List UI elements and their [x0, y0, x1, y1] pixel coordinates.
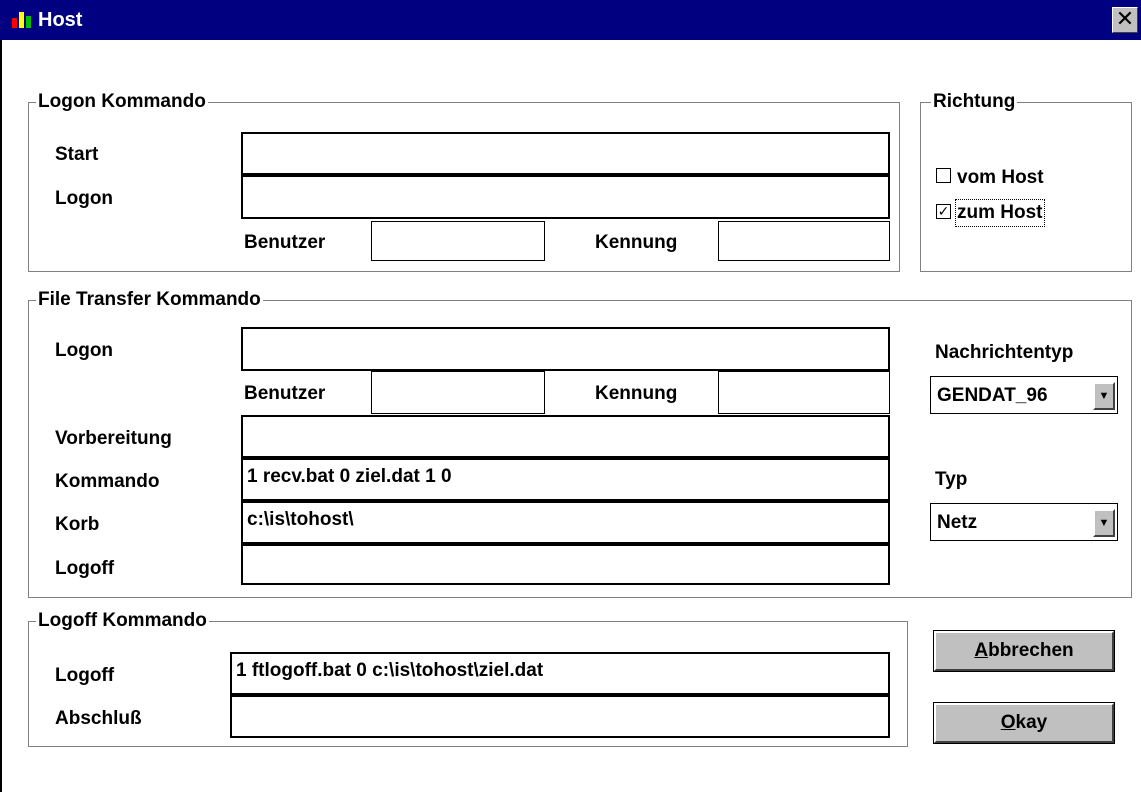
kennung-label: Kennung — [595, 232, 678, 253]
window-border — [0, 40, 2, 792]
chevron-down-icon[interactable]: ▼ — [1093, 382, 1115, 410]
kennung-input[interactable] — [718, 221, 890, 261]
app-icon — [12, 12, 31, 28]
logoff-label: Logoff — [55, 665, 115, 686]
nachrichtentyp-value: GENDAT_96 — [937, 385, 1048, 406]
typ-label: Typ — [935, 469, 968, 490]
ft-benutzer-label: Benutzer — [244, 383, 326, 404]
kommando-label: Kommando — [55, 471, 160, 492]
abbrechen-label: bbrechen — [988, 640, 1074, 661]
ft-logon-label: Logon — [55, 340, 114, 361]
logon-input[interactable] — [241, 175, 890, 219]
okay-label: kay — [1015, 712, 1048, 733]
nachrichtentyp-select[interactable]: GENDAT_96 ▼ — [930, 376, 1118, 414]
start-input[interactable] — [241, 132, 890, 175]
abbrechen-accelerator: A — [974, 640, 989, 661]
ft-logoff-label: Logoff — [55, 558, 115, 579]
ft-kennung-input[interactable] — [718, 371, 890, 414]
window-title: Host — [38, 9, 83, 31]
benutzer-label: Benutzer — [244, 232, 326, 253]
benutzer-input[interactable] — [371, 221, 545, 261]
logon-group-title: Logon Kommando — [36, 90, 208, 114]
richtung-group-title: Richtung — [931, 90, 1018, 114]
close-button[interactable]: ✕ — [1112, 7, 1138, 33]
start-label: Start — [55, 144, 99, 165]
ft-logoff-input[interactable] — [241, 544, 890, 585]
zum-host-checkbox[interactable]: ✓ — [936, 204, 951, 219]
vorbereitung-input[interactable] — [241, 415, 890, 458]
logoff-input[interactable]: 1 ftlogoff.bat 0 c:\is\tohost\ziel.dat — [230, 652, 890, 695]
chevron-down-icon[interactable]: ▼ — [1093, 509, 1115, 537]
okay-accelerator: O — [1000, 712, 1016, 733]
typ-select[interactable]: Netz ▼ — [930, 503, 1118, 541]
vom-host-checkbox[interactable] — [936, 168, 951, 183]
file-transfer-group-title: File Transfer Kommando — [36, 288, 263, 312]
nachrichtentyp-label: Nachrichtentyp — [935, 342, 1074, 363]
logoff-group-title: Logoff Kommando — [36, 609, 209, 633]
abschluss-input[interactable] — [230, 695, 890, 738]
ft-benutzer-input[interactable] — [371, 371, 545, 414]
vorbereitung-label: Vorbereitung — [55, 428, 172, 449]
abschluss-label: Abschluß — [55, 708, 142, 729]
zum-host-label[interactable]: zum Host — [955, 199, 1045, 227]
abbrechen-button[interactable]: Abbrechen — [933, 630, 1115, 672]
okay-button[interactable]: Okay — [933, 702, 1115, 744]
ft-logon-input[interactable] — [241, 327, 890, 371]
typ-value: Netz — [937, 512, 978, 533]
korb-label: Korb — [55, 514, 100, 535]
ft-kennung-label: Kennung — [595, 383, 678, 404]
title-bar — [0, 0, 1141, 40]
logon-label: Logon — [55, 188, 114, 209]
vom-host-label[interactable]: vom Host — [957, 166, 1044, 190]
kommando-input[interactable]: 1 recv.bat 0 ziel.dat 1 0 — [241, 458, 890, 501]
korb-input[interactable]: c:\is\tohost\ — [241, 501, 890, 544]
